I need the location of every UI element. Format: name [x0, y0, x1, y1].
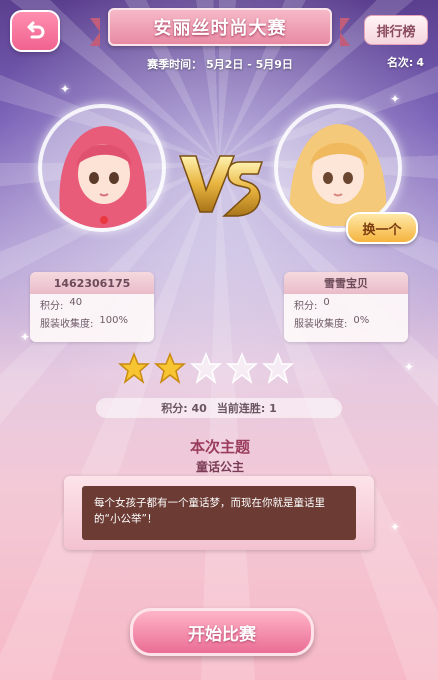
player-score-row: 积分: 40: [30, 294, 154, 312]
opponent-score-row: 积分: 0: [284, 294, 408, 312]
collection-value: 0%: [353, 315, 370, 326]
sparkle-icon: ✦: [390, 92, 401, 106]
player-avatar: [38, 104, 166, 232]
theme-description: 每个女孩子都有一个童话梦，而现在你就是童话里的“小公举”！: [82, 486, 356, 540]
theme-name: 童话公主: [195, 460, 244, 474]
sparkle-icon: ✦: [20, 330, 31, 344]
score-label: 积分:: [294, 301, 318, 312]
stats-streak-label: 当前连胜:: [216, 402, 266, 415]
rank-label: 名次:: [386, 56, 414, 69]
stats-score: 积分: 40: [161, 400, 207, 416]
back-button[interactable]: [10, 10, 60, 52]
sparkle-icon: ✦: [60, 82, 71, 96]
season-label: 赛季时间：: [147, 58, 203, 71]
rank-value: 4: [416, 56, 424, 69]
star-filled-icon: [118, 352, 150, 384]
score-value: 0: [323, 297, 330, 308]
theme-heading: 本次主题: [189, 438, 250, 456]
score-label: 积分:: [40, 301, 64, 312]
opponent-info-card: 雪雪宝贝 积分: 0 服装收集度: 0%: [284, 272, 408, 342]
leaderboard-button[interactable]: 排行榜: [364, 15, 428, 45]
star-filled-icon: [154, 352, 186, 384]
stats-streak: 当前连胜: 1: [217, 400, 277, 416]
title-banner: 安丽丝时尚大赛: [90, 8, 350, 46]
rank-info: 名次: 4: [387, 54, 424, 70]
star-empty-icon: [190, 352, 222, 384]
season-info: 赛季时间： 5月2日 - 5月9日: [120, 56, 320, 72]
start-match-button[interactable]: 开始比赛: [130, 608, 314, 656]
score-value: 40: [69, 297, 83, 308]
player-name: 1462306175: [30, 272, 154, 294]
swap-opponent-button[interactable]: 换一个: [346, 212, 418, 244]
sparkle-icon: ✦: [390, 520, 401, 534]
stats-score-value: 40: [191, 402, 207, 415]
star-rating: [118, 352, 294, 384]
opponent-portrait: [289, 124, 387, 226]
collection-label: 服装收集度:: [294, 319, 348, 330]
player-info-card: 1462306175 积分: 40 服装收集度: 100%: [30, 272, 154, 342]
stats-score-label: 积分:: [161, 402, 188, 415]
star-empty-icon: [226, 352, 258, 384]
vs-logo-icon: [178, 155, 264, 217]
sparkle-icon: ✦: [404, 360, 415, 374]
opponent-collection-row: 服装收集度: 0%: [284, 312, 408, 330]
collection-value: 100%: [99, 315, 128, 326]
theme-panel: 每个女孩子都有一个童话梦，而现在你就是童话里的“小公举”！: [64, 476, 374, 550]
collection-label: 服装收集度:: [40, 319, 94, 330]
stats-streak-value: 1: [269, 402, 277, 415]
stats-bar: 积分: 40 当前连胜: 1: [96, 398, 342, 418]
player-portrait: [59, 126, 147, 228]
player-collection-row: 服装收集度: 100%: [30, 312, 154, 330]
page-title: 安丽丝时尚大赛: [153, 18, 287, 39]
star-empty-icon: [262, 352, 294, 384]
season-dates: 5月2日 - 5月9日: [206, 58, 293, 71]
back-arrow-icon: [27, 21, 45, 39]
opponent-name: 雪雪宝贝: [284, 272, 408, 294]
